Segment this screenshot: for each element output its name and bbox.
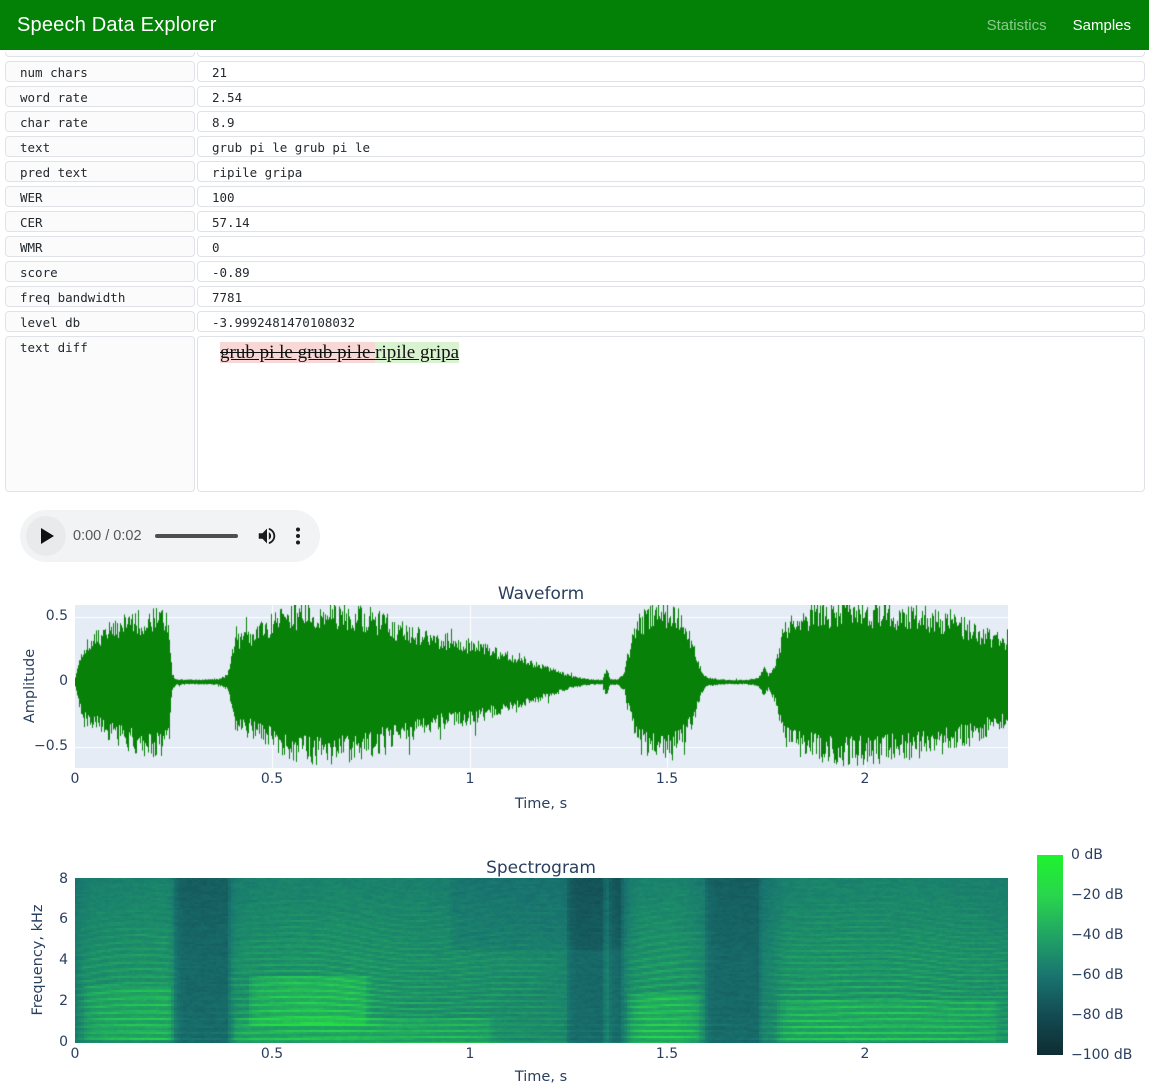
row-value: ripile gripa [197, 161, 1145, 182]
spectrogram-xtick: 0.5 [261, 1046, 283, 1062]
kebab-menu-button[interactable] [287, 523, 309, 549]
table-row: pred text ripile gripa [5, 161, 1145, 182]
spectrogram-xtick: 1.5 [656, 1046, 678, 1062]
colorbar-tick: −20 dB [1071, 887, 1124, 903]
row-value: 8.9 [197, 111, 1145, 132]
row-value: grub pi le grub pi le ripile gripa [197, 336, 1145, 492]
spectrogram-ytick: 0 [16, 1034, 68, 1050]
row-value: 100 [197, 186, 1145, 207]
volume-icon [256, 525, 278, 547]
navbar: Speech Data Explorer Statistics Samples [0, 0, 1149, 50]
waveform-plot[interactable] [75, 605, 1008, 768]
table-row: score -0.89 [5, 261, 1145, 282]
speech-data-explorer-app: Speech Data Explorer Statistics Samples … [0, 0, 1149, 1085]
colorbar-tick: −80 dB [1071, 1007, 1124, 1023]
table-row: level db -3.9992481470108032 [5, 311, 1145, 332]
row-label: level db [5, 311, 195, 332]
spectrogram-xtick: 1 [466, 1046, 475, 1062]
row-value: 57.14 [197, 211, 1145, 232]
waveform-xtick: 1 [466, 771, 475, 787]
diff-deleted-text: grub pi le grub pi le [220, 342, 375, 363]
row-label [5, 52, 195, 57]
table-row: CER 57.14 [5, 211, 1145, 232]
audio-player[interactable]: 0:00 / 0:02 [20, 510, 320, 562]
row-value: 2.54 [197, 86, 1145, 107]
seek-bar[interactable] [155, 534, 238, 538]
nav-link-samples[interactable]: Samples [1073, 17, 1131, 34]
spectrogram-xtick: 2 [861, 1046, 870, 1062]
colorbar-tick: 0 dB [1071, 847, 1103, 863]
diff-inserted-text: ripile gripa [375, 342, 459, 363]
row-label: num chars [5, 61, 195, 82]
waveform-xtick: 0.5 [261, 771, 283, 787]
table-row: freq bandwidth 7781 [5, 286, 1145, 307]
audio-time-display: 0:00 / 0:02 [73, 528, 142, 544]
row-value: -0.89 [197, 261, 1145, 282]
row-value: 21 [197, 61, 1145, 82]
row-value: -3.9992481470108032 [197, 311, 1145, 332]
row-label: freq bandwidth [5, 286, 195, 307]
row-label: pred text [5, 161, 195, 182]
play-button[interactable] [26, 516, 66, 556]
colorbar-tick: −40 dB [1071, 927, 1124, 943]
waveform-xtick: 0 [71, 771, 80, 787]
table-row: WMR 0 [5, 236, 1145, 257]
row-label: WER [5, 186, 195, 207]
app-title: Speech Data Explorer [17, 14, 217, 37]
waveform-xtick: 2 [861, 771, 870, 787]
spectrogram-plot[interactable] [75, 878, 1008, 1043]
nav-link-statistics[interactable]: Statistics [987, 17, 1047, 34]
waveform-xtick: 1.5 [656, 771, 678, 787]
spectrogram-xaxis-label: Time, s [515, 1069, 567, 1085]
kebab-menu-icon [289, 526, 307, 546]
colorbar-tick: −60 dB [1071, 967, 1124, 983]
colorbar-tick: −100 dB [1071, 1047, 1132, 1063]
table-row: num chars 21 [5, 61, 1145, 82]
table-row: char rate 8.9 [5, 111, 1145, 132]
table-row: text grub pi le grub pi le [5, 136, 1145, 157]
spectrogram-ytick: 8 [16, 871, 68, 887]
waveform-ytick: 0.5 [16, 608, 68, 624]
row-label: score [5, 261, 195, 282]
table-row-text-diff: text diff grub pi le grub pi le ripile g… [5, 336, 1145, 492]
table-row-partial [5, 52, 1145, 57]
volume-button[interactable] [254, 523, 280, 549]
row-label: text diff [5, 336, 195, 492]
waveform-yaxis-label: Amplitude [22, 649, 38, 723]
table-row: WER 100 [5, 186, 1145, 207]
waveform-title: Waveform [498, 584, 584, 604]
row-value: grub pi le grub pi le [197, 136, 1145, 157]
spectrogram-xtick: 0 [71, 1046, 80, 1062]
row-label: WMR [5, 236, 195, 257]
play-icon [41, 528, 54, 544]
row-value: 0 [197, 236, 1145, 257]
spectrogram-title: Spectrogram [486, 858, 596, 878]
waveform-xaxis-label: Time, s [515, 796, 567, 812]
row-value [197, 52, 1145, 57]
row-label: char rate [5, 111, 195, 132]
table-row: word rate 2.54 [5, 86, 1145, 107]
row-label: text [5, 136, 195, 157]
colorbar [1037, 855, 1063, 1055]
spectrogram-yaxis-label: Frequency, kHz [30, 904, 46, 1015]
row-label: word rate [5, 86, 195, 107]
nav-links: Statistics Samples [987, 17, 1131, 34]
row-label: CER [5, 211, 195, 232]
text-diff: grub pi le grub pi le ripile gripa [220, 342, 459, 363]
sample-metrics-table: num chars 21 word rate 2.54 char rate 8.… [5, 52, 1145, 492]
row-value: 7781 [197, 286, 1145, 307]
waveform-ytick: −0.5 [16, 738, 68, 754]
